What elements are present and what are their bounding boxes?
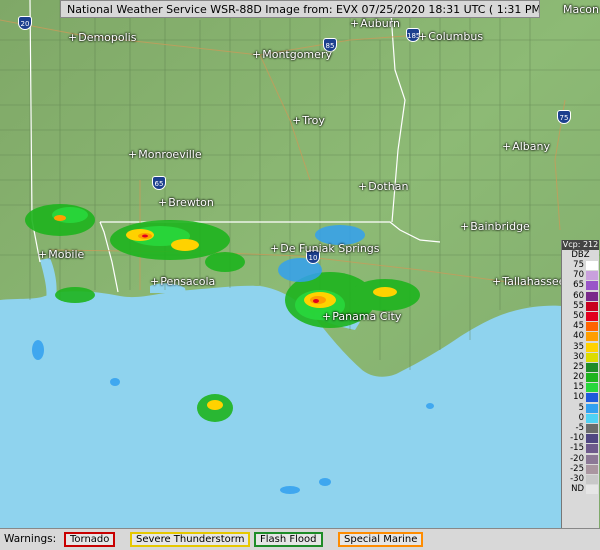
legend-value: 0	[578, 412, 584, 423]
legend-value: 10	[573, 392, 584, 403]
flash-flood-warning-key: Flash Flood	[254, 532, 323, 547]
legend-swatch	[586, 271, 598, 281]
legend-swatch	[586, 291, 598, 301]
city-label: De Funiak Springs	[270, 242, 379, 255]
legend-row: -25	[562, 464, 599, 474]
city-label: Auburn	[350, 17, 400, 30]
legend-value: -15	[570, 443, 584, 454]
legend-row: -5	[562, 423, 599, 433]
legend-row: 45	[562, 321, 599, 332]
legend-row: ND	[562, 484, 599, 495]
legend-value: 25	[573, 361, 584, 372]
legend-swatch	[586, 474, 598, 484]
legend-swatch	[586, 301, 598, 311]
legend-swatch	[586, 281, 598, 291]
legend-value: 5	[578, 402, 584, 413]
city-label: Montgomery	[252, 48, 332, 61]
city-label: Panama City	[322, 310, 401, 323]
legend-row: 0	[562, 413, 599, 423]
legend-value: 15	[573, 382, 584, 393]
legend-value: 35	[573, 341, 584, 352]
city-label: Dothan	[358, 180, 408, 193]
legend-row: 50	[562, 311, 599, 321]
legend-swatch	[586, 464, 598, 474]
legend-row: 5	[562, 403, 599, 413]
legend-row: 30	[562, 352, 599, 362]
city-label: Mobile	[38, 248, 84, 261]
legend-swatch	[586, 362, 598, 372]
legend-value: 40	[573, 331, 584, 342]
legend-value: 70	[573, 270, 584, 281]
legend-row: 10	[562, 392, 599, 403]
legend-swatch	[586, 311, 598, 321]
interstate-shield-icon: 65	[152, 176, 166, 190]
city-label: Pensacola	[150, 275, 215, 288]
legend-row: 55	[562, 301, 599, 311]
severe-thunderstorm-warning-key: Severe Thunderstorm	[130, 532, 251, 547]
legend-row: -10	[562, 433, 599, 444]
legend-value: ND	[571, 484, 584, 495]
legend-value: -25	[570, 463, 584, 474]
legend-row: 35	[562, 342, 599, 352]
legend-row: -15	[562, 443, 599, 454]
legend-row: 70	[562, 270, 599, 281]
legend-swatch	[586, 444, 598, 454]
legend-value: 65	[573, 280, 584, 291]
legend-row: 20	[562, 372, 599, 383]
legend-swatch	[586, 485, 598, 495]
tornado-warning-key: Tornado	[64, 532, 116, 547]
special-marine-warning-key: Special Marine	[338, 532, 424, 547]
legend-row: 25	[562, 362, 599, 372]
legend-value: 60	[573, 290, 584, 301]
city-label: Bainbridge	[460, 220, 530, 233]
interstate-shield-icon: 20	[18, 16, 32, 30]
legend-value: -20	[570, 453, 584, 464]
legend-row: 15	[562, 382, 599, 393]
legend-value: -30	[570, 473, 584, 484]
legend-row: 40	[562, 331, 599, 342]
city-label: Macon	[563, 3, 599, 16]
legend-swatch	[586, 373, 598, 383]
legend-swatch	[586, 454, 598, 464]
city-label: Demopolis	[68, 31, 136, 44]
legend-value: 30	[573, 351, 584, 362]
legend-swatch	[586, 424, 598, 433]
legend-swatch	[586, 352, 598, 362]
legend-swatch	[586, 434, 598, 444]
legend-value: 45	[573, 321, 584, 332]
interstate-shield-icon: 75	[557, 110, 571, 124]
warnings-label: Warnings:	[4, 533, 57, 545]
legend-swatch	[586, 332, 598, 342]
city-label: Troy	[292, 114, 325, 127]
legend-unit: DBZ	[571, 250, 590, 260]
city-label: Brewton	[158, 196, 214, 209]
legend-row: -20	[562, 454, 599, 464]
legend-value: 55	[573, 300, 584, 311]
header-title: National Weather Service WSR-88D Image f…	[67, 3, 540, 16]
legend-row: -30	[562, 474, 599, 484]
legend-swatch	[586, 413, 598, 423]
city-label: Columbus	[418, 30, 483, 43]
legend-value: -10	[570, 433, 584, 444]
city-label: Albany	[502, 140, 550, 153]
vcp-label: Vcp: 212	[562, 240, 599, 250]
legend-value: 20	[573, 372, 584, 383]
legend-row: 60	[562, 291, 599, 301]
legend-swatch	[586, 342, 598, 352]
legend-value: 50	[573, 310, 584, 321]
legend-swatch	[586, 383, 598, 393]
city-label: Tallahassee	[492, 275, 565, 288]
legend-row: 75	[562, 260, 599, 270]
warnings-bar: Warnings: Tornado Severe Thunderstorm Fl…	[0, 528, 600, 550]
radar-header: National Weather Service WSR-88D Image f…	[60, 0, 540, 18]
city-label: Monroeville	[128, 148, 201, 161]
legend-swatch	[586, 393, 598, 403]
legend-value: 75	[573, 260, 584, 270]
legend-swatch	[586, 261, 598, 270]
legend-swatch	[586, 322, 598, 332]
legend-value: -5	[575, 423, 584, 433]
dbz-legend: Vcp: 212 DBZ 75 70 65 60 55 50 45 40 35 30 25 20 15 1…	[561, 240, 599, 540]
legend-row: 65	[562, 280, 599, 291]
legend-swatch	[586, 403, 598, 413]
